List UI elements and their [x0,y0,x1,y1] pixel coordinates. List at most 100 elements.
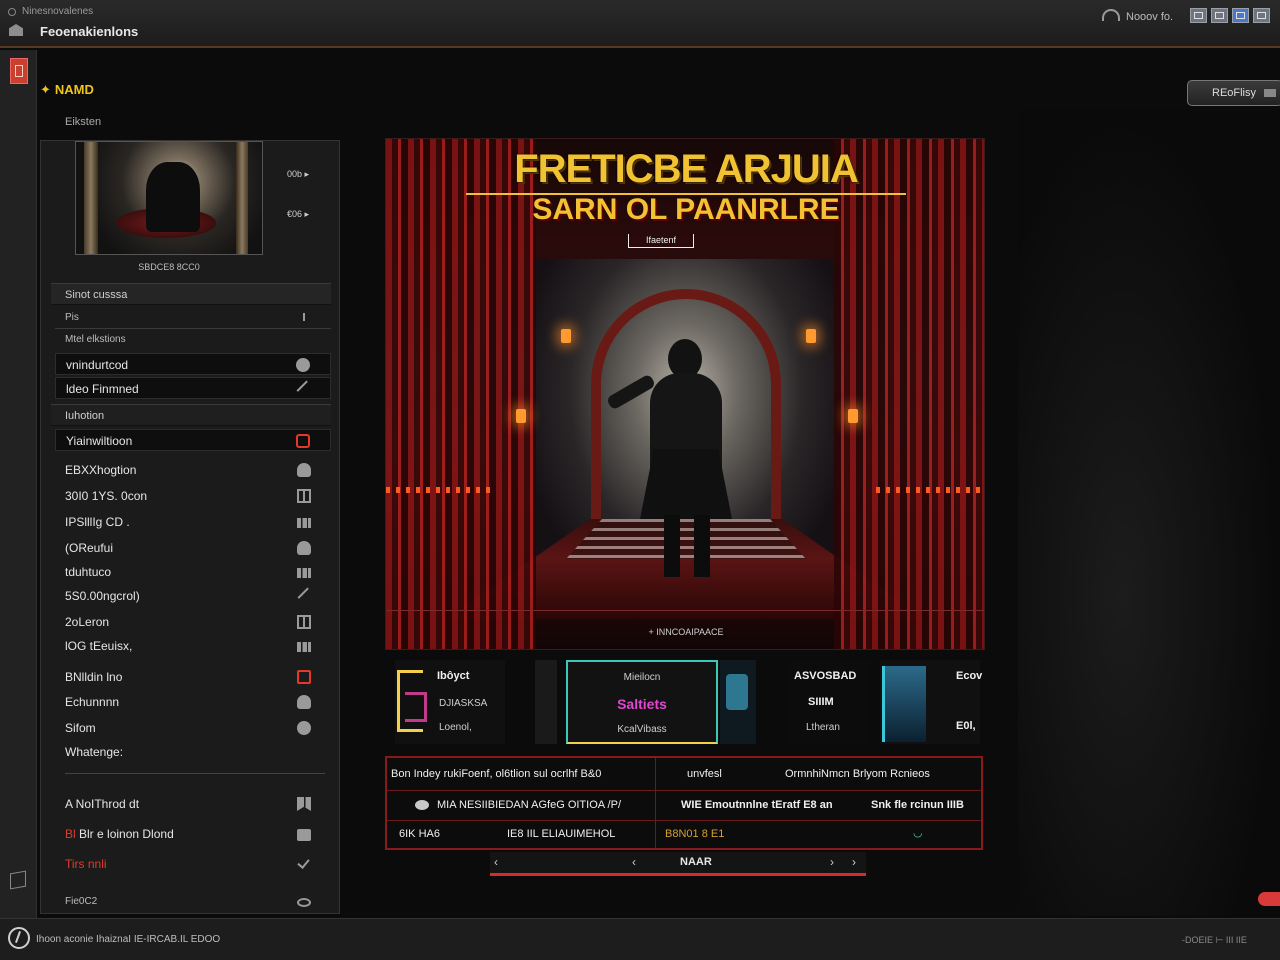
prev-page-icon[interactable]: ‹ [632,855,636,869]
sidebar-item[interactable]: Bl Blr e loinon Dlond [55,823,331,845]
sidebar-item-label: Echunnnn [65,695,120,709]
sidebar-item[interactable]: Echunnnn [55,691,331,713]
grid-icon [297,615,311,629]
card-highlight: Saltiets [617,696,667,712]
villain-coat [640,449,732,519]
card-subtitle: E0l, [956,720,976,732]
sidebar-thumbnail[interactable] [75,141,263,255]
sidebar-footer[interactable]: Fie0C2 [55,891,331,913]
media-card[interactable]: ASVOSBAD SIIIM Ltheran [790,660,870,744]
refresh-button[interactable]: REoFlisy [1187,80,1280,106]
table-cell[interactable]: Snk fle rcinun IIIB [871,799,964,811]
sidebar-item[interactable]: Tirs nnli [55,853,331,875]
table-cell[interactable]: unvfesl [687,768,722,780]
table-cell-text: IE8 IIL ELIAUIMEHOL [507,828,616,840]
card-subtitle: SIIIM [808,696,834,708]
table-cell[interactable]: MIA NESIIBIEDAN AGfeG OITIOA /P/ [415,799,621,811]
sidebar-item-label: A NoIThrod dt [65,797,140,811]
table-cell[interactable]: 6IK HA6 [399,828,440,840]
table-cell-text: 6IK HA6 [399,828,440,840]
sidebar-item-label: Blr e loinon Dlond [79,827,174,841]
home-icon[interactable] [9,24,23,36]
sidebar-item-small[interactable]: Mtel elkstions [55,329,331,351]
breadcrumb-label: NAMD [54,82,94,97]
cup-icon[interactable]: ◡ [913,826,923,839]
sidebar-item[interactable]: BNlldin lno [55,666,331,688]
card-bracket-icon [405,692,427,722]
sidebar-item-label: IPSlllIg CD . [65,515,130,529]
sidebar-item[interactable]: EBXXhogtion [55,459,331,481]
thumbnail-caption: SBDCE8 8CC0 [138,262,200,272]
card-thumbnail [882,666,926,742]
account-label[interactable]: Nooov fo. [1126,11,1173,23]
sidebar-item[interactable]: Sifom [55,717,331,739]
sidebar-item[interactable]: Whatenge: [55,741,331,763]
poster-subtitle: SARN OL PAANRLRE [532,193,840,226]
minimize-button[interactable] [1190,8,1207,23]
thumbnail-frame-right [236,142,248,254]
card-subtitle: DJIASKSA [439,698,488,709]
prev-arrow-icon[interactable]: ‹ [494,855,498,869]
table-cell[interactable]: OrmnhiNmcn Brlyom Rcnieos [785,768,930,780]
villain-leg [664,515,680,577]
table-cell[interactable]: B8N01 8 E1 ◡ [665,827,923,840]
refresh-icon [1264,89,1276,97]
sidebar-group-header[interactable]: Sinot cusssa [51,283,331,305]
document-icon[interactable] [10,870,26,890]
media-card[interactable]: Ecov E0l, [880,660,982,744]
waves-icon [297,642,311,652]
notification-toggle[interactable] [1258,892,1280,906]
right-backdrop [1018,110,1280,916]
sidebar-item-label: Sifom [65,721,96,735]
media-card-selected[interactable]: Mieilocn Saltiets KcalVibass [566,660,718,744]
image-icon [297,518,311,528]
app-logo-icon[interactable] [8,927,30,949]
table-cell[interactable]: WIE Emoutnnlne tEratf E8 an [681,799,833,811]
sidebar-item[interactable]: IPSlllIg CD . [55,511,331,533]
sidebar-item[interactable]: A NoIThrod dt [55,793,331,815]
poster-embers [386,487,496,493]
check-icon [297,856,310,869]
poster-villain [605,339,736,579]
app-badge-icon[interactable] [10,58,28,84]
pin-icon [296,380,314,398]
sidebar-item[interactable]: 2oLeron [55,611,331,633]
sidebar-item-small[interactable]: Pis [55,307,331,329]
sidebar: 00b ▸ €06 ▸ SBDCE8 8CC0 Sinot cusssa Pis… [40,140,340,914]
next-page-icon[interactable]: › [830,855,834,869]
card-thumbnail [726,674,748,710]
settings-button[interactable] [1253,8,1270,23]
sidebar-item[interactable]: (OReufui [55,537,331,559]
sidebar-item[interactable]: lOG tEeuisx, [55,635,331,657]
restore-button[interactable] [1211,8,1228,23]
card-subtitle: KcalVibass [617,724,667,735]
media-card[interactable]: Ibôyct DJIASKSA Loenol, [395,660,505,744]
thumbnail-figure [146,162,200,232]
table-cell[interactable]: Bon Indey rukiFoenf, ol6tlion sul ocrlhf… [391,768,601,780]
bookmark-button[interactable] [1232,8,1249,23]
next-arrow-icon[interactable]: › [852,855,856,869]
monitor-icon [297,489,311,503]
poster-lamp [561,329,571,343]
sidebar-group-header[interactable]: Iuhotion [51,404,331,426]
red-square-icon [296,434,310,448]
sidebar-item-label: 5S0.00ngcrol) [65,589,140,603]
sidebar-item[interactable]: vnindurtcod [55,353,331,375]
thumb-side-label-2[interactable]: €06 ▸ [287,209,309,220]
breadcrumb[interactable]: ✦ NAMD [40,82,94,98]
sidebar-item[interactable]: 30I0 1YS. 0con [55,485,331,507]
featured-poster[interactable]: FRETICBE ARJUIA SARN OL PAANRLRE Ifaeten… [385,138,985,650]
poster-title: FRETICBE ARJUIA [514,147,859,191]
thumb-side-label-1[interactable]: 00b ▸ [287,169,309,180]
table-cell-text: B8N01 8 E1 [665,828,725,840]
sidebar-item[interactable]: Yiainwiltioon [55,429,331,451]
sidebar-item[interactable]: ldeo Finmned [55,377,331,399]
sidebar-item[interactable]: 5S0.00ngcrol) [55,585,331,607]
sidebar-item[interactable]: tduhtuco [55,561,331,583]
sidebar-item-label: Pis [65,312,79,323]
thumbnail-frame-left [84,142,98,254]
media-card[interactable] [535,660,557,744]
media-card[interactable] [720,660,756,744]
table-cell[interactable]: IE8 IIL ELIAUIMEHOL [507,828,615,840]
sidebar-divider [65,773,325,774]
